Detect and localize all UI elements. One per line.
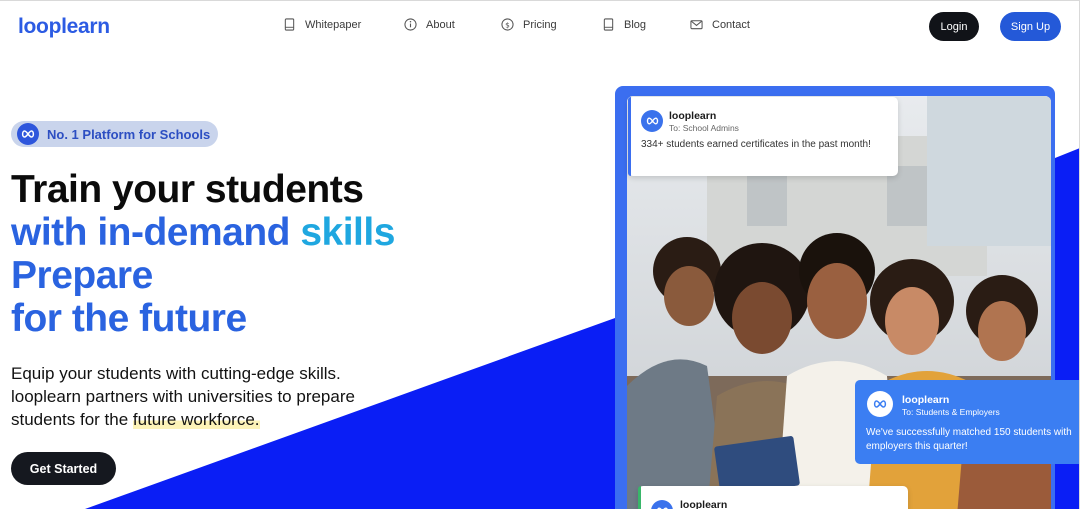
- notification-sender: looplearn: [902, 394, 950, 406]
- notification-recipient: To: Students & Employers: [902, 407, 1000, 417]
- login-button[interactable]: Login: [929, 12, 979, 41]
- nav-item-pricing[interactable]: $ Pricing: [501, 18, 557, 31]
- nav-item-about[interactable]: About: [404, 18, 455, 31]
- notification-sender: looplearn: [680, 499, 728, 509]
- platform-badge: No. 1 Platform for Schools: [11, 121, 219, 147]
- logo[interactable]: looplearn: [18, 15, 110, 39]
- nav-item-blog[interactable]: Blog: [602, 18, 646, 31]
- notification-card: looplearn: [638, 486, 908, 509]
- headline-line-1: Train your students: [11, 168, 364, 211]
- signup-button[interactable]: Sign Up: [1000, 12, 1061, 41]
- notification-sender: looplearn: [669, 110, 717, 122]
- info-icon: [404, 18, 417, 31]
- hero-description: Equip your students with cutting-edge sk…: [11, 362, 411, 431]
- document-icon: [284, 18, 295, 31]
- notification-card: looplearn To: School Admins 334+ student…: [628, 97, 898, 176]
- headline-line-3: Prepare: [11, 254, 153, 297]
- nav-label: About: [426, 18, 455, 31]
- headline-line-4: for the future: [11, 297, 247, 340]
- notification-accent-bar: [628, 97, 631, 176]
- badge-label: No. 1 Platform for Schools: [47, 126, 211, 142]
- nav-item-whitepaper[interactable]: Whitepaper: [283, 18, 361, 31]
- infinity-icon: [651, 500, 673, 509]
- nav-label: Whitepaper: [305, 18, 362, 31]
- infinity-icon: [17, 123, 39, 145]
- mail-icon: [690, 20, 703, 30]
- get-started-button[interactable]: Get Started: [11, 452, 116, 485]
- book-icon: [603, 18, 614, 31]
- description-highlight: future workforce.: [132, 410, 260, 429]
- nav-label: Pricing: [523, 18, 557, 31]
- notification-accent-bar: [638, 486, 641, 509]
- nav-label: Blog: [624, 18, 647, 31]
- headline-line-2: with in-demand skills: [11, 211, 395, 254]
- nav-label: Contact: [712, 18, 750, 31]
- infinity-icon: [641, 110, 663, 132]
- headline-skills: skills: [300, 211, 395, 254]
- notification-recipient: To: School Admins: [669, 123, 739, 133]
- notification-message: We've successfully matched 150 students …: [866, 427, 1072, 452]
- notification-card: looplearn To: Students & Employers We've…: [855, 380, 1080, 464]
- dollar-icon: $: [501, 18, 514, 31]
- nav-item-contact[interactable]: Contact: [690, 18, 750, 31]
- notification-message: 334+ students earned certificates in the…: [641, 139, 871, 150]
- svg-text:$: $: [505, 20, 510, 29]
- infinity-icon: [867, 391, 893, 417]
- headline-text: with in-demand: [11, 211, 301, 254]
